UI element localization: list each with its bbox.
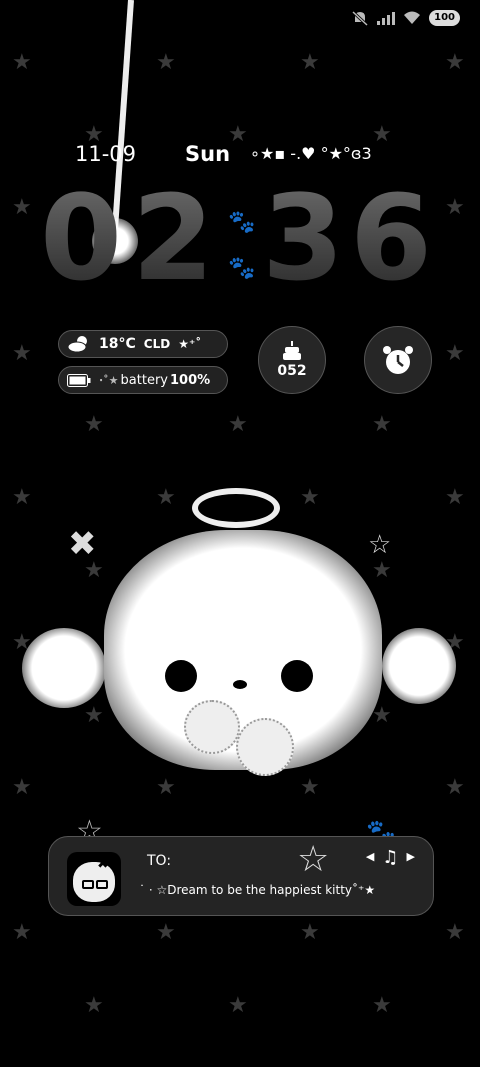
star-icon: ★: [84, 412, 104, 437]
star-icon: ★: [84, 993, 104, 1018]
clock-minute-ones: 6: [350, 169, 433, 307]
previous-track-button[interactable]: ◀: [366, 847, 374, 868]
clock-hour-ones: 2: [132, 169, 215, 307]
star-icon: ★: [445, 920, 465, 945]
star-icon: ★: [445, 341, 465, 366]
cat-left-eye: [165, 660, 197, 692]
star-icon: ★: [228, 412, 248, 437]
star-icon: ★: [12, 920, 32, 945]
playback-controls: ◀ ♫ ▶: [366, 847, 415, 868]
wifi-icon: [404, 11, 421, 24]
cat-left-wing: [22, 628, 106, 708]
music-player-card[interactable]: ✖ TO: ☆ ◀ ♫ ▶ ˙ ⋅ ☆Dream to be the happi…: [48, 836, 434, 916]
star-icon: ★: [228, 993, 248, 1018]
star-icon: ★: [12, 50, 32, 75]
signal-icon: [377, 11, 396, 25]
counter-value: 052: [277, 363, 307, 379]
halo: [192, 488, 280, 528]
battery-decoration: ⋅˚★: [99, 373, 119, 387]
cat-left-paw: [184, 700, 240, 754]
bow-decoration: ✖: [68, 524, 97, 564]
album-art[interactable]: ✖: [67, 852, 121, 906]
star-icon: ★: [12, 341, 32, 366]
battery-label: battery: [120, 372, 168, 388]
star-icon: ★: [12, 195, 32, 220]
temperature-label: 18°C: [99, 336, 136, 352]
star-badge-icon: ☆: [297, 839, 330, 880]
cat-right-eye: [281, 660, 313, 692]
clock-hour-tens: 0: [40, 169, 123, 307]
alarm-widget[interactable]: [364, 326, 432, 394]
weather-condition-label: CLD: [143, 337, 171, 351]
next-track-button[interactable]: ▶: [407, 847, 415, 868]
date-decoration: ∘★▪ -.♥ °★°ɞ3: [250, 144, 372, 163]
partly-cloudy-icon: [67, 336, 87, 353]
song-message: ˙ ⋅ ☆Dream to be the happiest kitty˚⁺★: [139, 883, 376, 897]
paw-icon: 🐾: [228, 210, 256, 235]
battery-widget[interactable]: ⋅˚★ battery 100%: [58, 366, 228, 394]
glasses-right: [96, 880, 108, 889]
paw-icon: 🐾: [228, 256, 256, 281]
lockscreen-clock[interactable]: 0 2 🐾 🐾 3 6: [40, 178, 450, 298]
mute-icon: [352, 10, 369, 26]
glasses-left: [82, 880, 94, 889]
alarm-clock-icon: [383, 346, 413, 374]
cat-right-paw: [236, 718, 294, 776]
cake-counter-widget[interactable]: 052: [258, 326, 326, 394]
battery-icon: [67, 373, 91, 387]
outline-star-icon: ☆: [368, 530, 392, 560]
clock-minute-tens: 3: [262, 169, 345, 307]
star-icon: ★: [372, 412, 392, 437]
date-label: 11-09: [75, 142, 137, 166]
star-icon: ★: [445, 50, 465, 75]
weather-widget[interactable]: 18°C CLD ★⁺˚: [58, 330, 228, 358]
star-icon: ★: [156, 920, 176, 945]
cake-icon: [283, 341, 301, 360]
angel-cat-illustration: ✖ ☆: [0, 480, 480, 800]
cat-nose: [233, 680, 247, 689]
cat-right-wing: [382, 628, 456, 704]
battery-percent: 100%: [170, 372, 211, 388]
weekday-label: Sun: [185, 142, 231, 166]
star-icon: ★: [372, 993, 392, 1018]
music-note-icon: ♫: [382, 847, 399, 868]
close-icon: ✖: [97, 856, 109, 872]
star-icon: ★: [300, 920, 320, 945]
star-icon: ★: [156, 50, 176, 75]
star-icon: ★: [300, 50, 320, 75]
status-bar: 100: [351, 10, 460, 26]
weather-decoration: ★⁺˚: [178, 337, 202, 351]
battery-level-badge: 100: [429, 10, 460, 26]
to-label: TO:: [147, 853, 172, 869]
